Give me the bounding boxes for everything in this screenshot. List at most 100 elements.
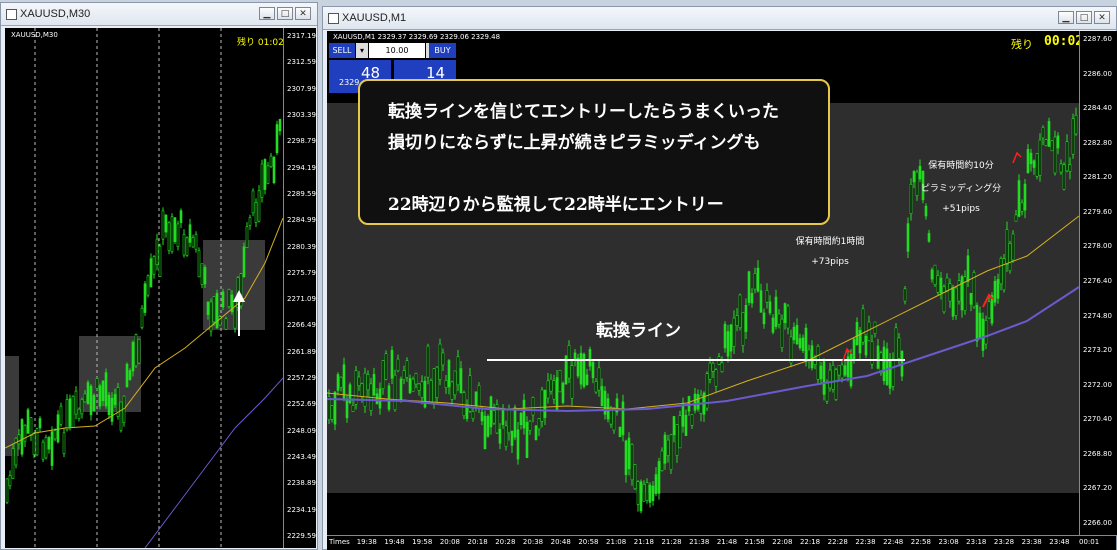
- buy-button[interactable]: BUY: [429, 43, 456, 58]
- candle-body: [936, 275, 940, 293]
- candle-body: [681, 404, 685, 427]
- left-price-label: 2261.89: [287, 347, 316, 356]
- candle-body: [56, 414, 60, 443]
- left-price-label: 2271.09: [287, 295, 316, 304]
- candle-body: [170, 216, 174, 253]
- close-button[interactable]: ✕: [1094, 11, 1110, 24]
- maximize-button[interactable]: □: [1076, 11, 1092, 24]
- candle-body: [390, 350, 394, 379]
- candle-body: [29, 417, 33, 436]
- candle-body: [501, 408, 505, 425]
- candle-body: [137, 338, 141, 364]
- time-label: 20:48: [550, 538, 571, 546]
- right-price-label: 2272.00: [1083, 380, 1112, 389]
- candle-body: [720, 362, 724, 372]
- left-price-label: 2289.59: [287, 189, 316, 198]
- left-chart-area[interactable]: XAUUSD,M30 残り 01:02: [5, 28, 283, 548]
- candle-body: [8, 475, 12, 487]
- candle-body: [633, 464, 637, 490]
- right-price-label: 2268.80: [1083, 449, 1112, 458]
- candle-body: [690, 414, 694, 426]
- close-button[interactable]: ✕: [295, 7, 311, 20]
- time-label: 22:08: [772, 538, 793, 546]
- candle-body: [1014, 214, 1018, 222]
- right-price-label: 2281.20: [1083, 173, 1112, 182]
- candle-body: [149, 258, 153, 288]
- hold-note-2-time: 保有時間約10分: [928, 161, 994, 171]
- candle-body: [128, 370, 132, 380]
- candle-body: [32, 433, 36, 455]
- candle-body: [41, 441, 45, 460]
- candle-body: [930, 269, 934, 280]
- left-price-label: 2307.99: [287, 84, 316, 93]
- candle-body: [68, 398, 72, 427]
- candle-body: [480, 411, 484, 422]
- candle-body: [11, 448, 15, 479]
- left-price-label: 2294.19: [287, 163, 316, 172]
- candle-body: [735, 315, 739, 326]
- right-window-title: XAUUSD,M1: [342, 12, 407, 24]
- minimize-button[interactable]: ▁: [1058, 11, 1074, 24]
- candle-body: [747, 271, 751, 303]
- candle-body: [53, 429, 57, 440]
- candle-body: [74, 390, 78, 415]
- candle-body: [50, 431, 54, 466]
- lot-dropdown-icon[interactable]: ▾: [356, 43, 368, 58]
- candle-body: [468, 375, 472, 412]
- candle-body: [131, 341, 135, 372]
- candle-body: [903, 288, 907, 302]
- hold-note-2-pips: +51pips: [942, 204, 980, 214]
- time-label: 20:18: [467, 538, 488, 546]
- candle-body: [555, 377, 559, 411]
- time-label: 22:48: [883, 538, 904, 546]
- candle-body: [786, 305, 790, 329]
- candle-body: [588, 349, 592, 367]
- candle-body: [119, 401, 123, 431]
- candle-body: [1074, 114, 1078, 135]
- minimize-button[interactable]: ▁: [259, 7, 275, 20]
- candle-body: [993, 280, 997, 303]
- candle-body: [227, 289, 231, 307]
- candle-body: [167, 222, 171, 251]
- candle-body: [339, 376, 343, 388]
- candle-body: [618, 426, 622, 438]
- left-price-label: 2303.39: [287, 110, 316, 119]
- left-price-label: 2298.79: [287, 137, 316, 146]
- candle-body: [152, 256, 156, 275]
- candle-body: [459, 368, 463, 394]
- right-window-titlebar[interactable]: XAUUSD,M1 ▁ □ ✕: [323, 7, 1116, 30]
- hold-note-1-pips: +73pips: [811, 257, 849, 267]
- candle-body: [5, 478, 9, 503]
- right-price-label: 2278.00: [1083, 242, 1112, 251]
- candle-body: [762, 312, 766, 325]
- candle-body: [855, 322, 859, 346]
- time-label: 22:58: [910, 538, 931, 546]
- candle-body: [546, 380, 550, 399]
- candle-body: [801, 337, 805, 351]
- candle-body: [86, 382, 90, 405]
- right-price-label: 2284.40: [1083, 104, 1112, 113]
- time-label: 20:58: [578, 538, 599, 546]
- time-label: 23:48: [1049, 538, 1070, 546]
- candle-body: [510, 430, 514, 446]
- candle-body: [447, 360, 451, 388]
- lot-size-input[interactable]: 10.00: [369, 43, 425, 58]
- maximize-button[interactable]: □: [277, 7, 293, 20]
- candle-body: [44, 437, 48, 459]
- candle-body: [83, 393, 87, 403]
- candle-body: [834, 369, 838, 400]
- left-window-titlebar[interactable]: XAUUSD,M30 ▁ □ ✕: [1, 3, 317, 26]
- time-label: 22:38: [855, 538, 876, 546]
- time-label: 23:08: [938, 538, 959, 546]
- candle-body: [396, 358, 400, 372]
- candle-body: [513, 407, 517, 438]
- hold-note-2-pyramid: ピラミッディング分: [920, 184, 1002, 194]
- candle-body: [585, 374, 589, 385]
- candle-body: [1002, 258, 1006, 291]
- candle-body: [525, 421, 529, 458]
- candle-body: [1050, 140, 1054, 152]
- right-time-axis: Times 19:38 19:48 19:58 20:08 20:18 20:28 20:38…: [327, 535, 1116, 550]
- candle-body: [483, 415, 487, 450]
- sell-button[interactable]: SELL: [329, 43, 355, 58]
- candle-body: [966, 255, 970, 282]
